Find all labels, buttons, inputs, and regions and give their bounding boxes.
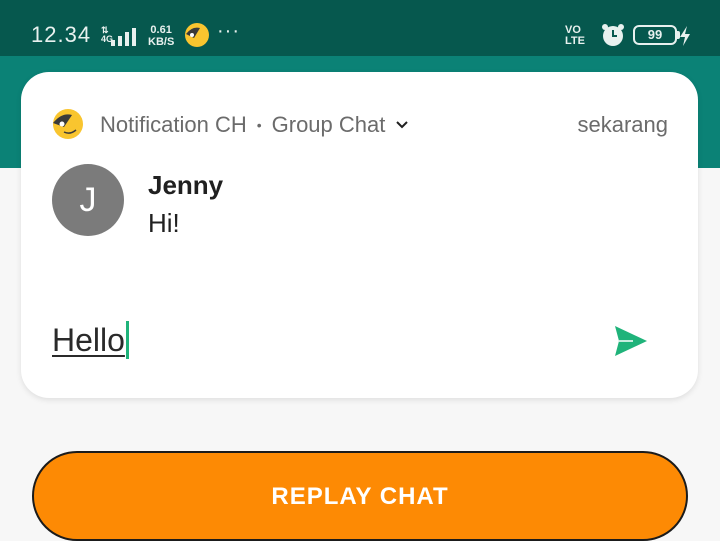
chevron-down-icon[interactable] xyxy=(395,118,409,132)
reply-input-text[interactable]: Hello xyxy=(52,322,125,359)
clock: 12.34 xyxy=(31,22,92,47)
replay-chat-button[interactable]: REPLAY CHAT xyxy=(32,451,688,541)
more-notifications-icon: ··· xyxy=(217,20,240,42)
signal-icon xyxy=(111,26,136,46)
charging-icon xyxy=(680,26,690,46)
network-speed: 0.61 KB/S xyxy=(148,24,175,48)
group-name: Group Chat xyxy=(271,112,386,137)
app-avatar-icon xyxy=(185,23,209,47)
notification-card[interactable]: Notification CH • Group Chat sekarang J … xyxy=(21,72,698,398)
volte-icon: VO LTE xyxy=(565,24,585,47)
separator-dot: • xyxy=(256,117,262,133)
channel-name: Notification CH xyxy=(100,112,247,137)
battery-icon: 99 xyxy=(633,25,677,45)
reply-input[interactable]: Hello xyxy=(52,320,129,360)
avatar: J xyxy=(52,164,124,236)
message-text: Hi! xyxy=(148,208,180,238)
notification-header[interactable]: Notification CH • Group Chat xyxy=(100,112,409,138)
alarm-icon xyxy=(602,24,624,46)
notification-time: sekarang xyxy=(577,112,668,137)
app-icon xyxy=(53,109,83,139)
sender-name: Jenny xyxy=(148,170,224,200)
send-icon[interactable] xyxy=(613,324,649,358)
text-cursor xyxy=(125,321,129,359)
